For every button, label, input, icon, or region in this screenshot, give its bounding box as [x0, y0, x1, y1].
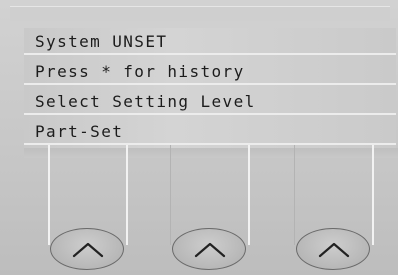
display-line-1: System UNSET — [24, 28, 396, 55]
chevron-up-icon — [194, 242, 226, 258]
display-lower-bezel — [24, 148, 398, 158]
soft-key-right[interactable] — [296, 228, 370, 270]
key-guide-post — [294, 145, 295, 245]
soft-key-left[interactable] — [50, 228, 124, 270]
key-guide-post — [248, 145, 250, 245]
display-line-2: Press * for history — [24, 58, 396, 85]
keypad-panel: System UNSET Press * for history Select … — [0, 0, 398, 275]
soft-key-middle[interactable] — [172, 228, 246, 270]
panel-top-bezel — [10, 6, 390, 21]
chevron-up-icon — [72, 242, 104, 258]
display-line-4: Part-Set — [24, 118, 396, 145]
key-guide-post — [372, 145, 374, 245]
lcd-display: System UNSET Press * for history Select … — [24, 28, 396, 148]
key-guide-post — [48, 145, 50, 245]
key-guide-post — [170, 145, 171, 245]
key-guide-post — [126, 145, 128, 245]
display-line-3: Select Setting Level — [24, 88, 396, 115]
chevron-up-icon — [318, 242, 350, 258]
